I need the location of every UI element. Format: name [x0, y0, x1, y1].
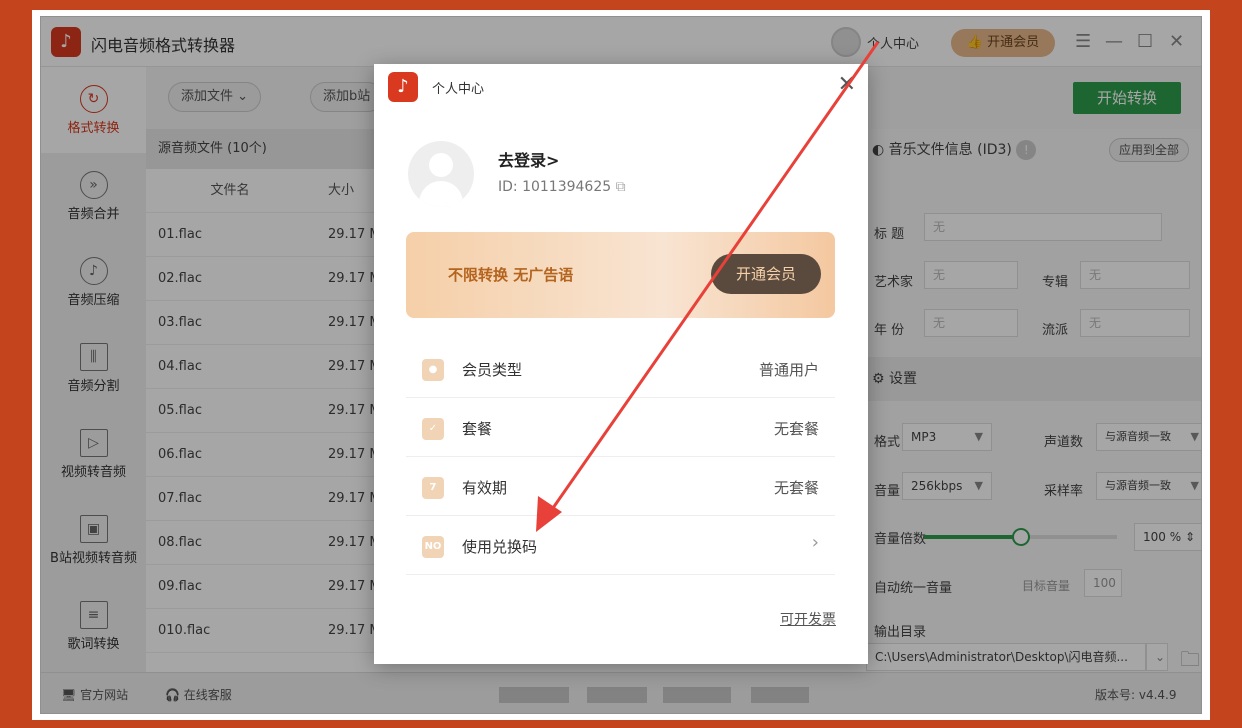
vip-banner-text: 不限转换 无广告语 — [448, 266, 574, 284]
avatar[interactable] — [408, 141, 474, 207]
chevron-right-icon: › — [811, 532, 819, 553]
app-logo-icon: ♪ — [388, 72, 418, 102]
validity-label: 有效期 — [462, 479, 508, 497]
member-type-value: 普通用户 — [758, 361, 819, 379]
redeem-code-row[interactable]: NO 使用兑换码 › — [406, 517, 835, 575]
bag-icon: ✓ — [422, 418, 444, 440]
login-link[interactable]: 去登录> — [498, 147, 559, 171]
dialog-title: 个人中心 — [432, 82, 485, 97]
user-center-dialog: ♪ 个人中心 ✕ 去登录> ID: 1011394625 ⧉ 不限转换 无广告语… — [374, 64, 868, 664]
validity-row: 7 有效期 无套餐 — [406, 458, 835, 516]
close-icon[interactable]: ✕ — [838, 72, 856, 98]
validity-value: 无套餐 — [773, 479, 819, 497]
redeem-code-label: 使用兑换码 — [462, 538, 538, 556]
member-type-label: 会员类型 — [462, 361, 523, 379]
member-type-row: ● 会员类型 普通用户 — [406, 340, 835, 398]
vip-banner: 不限转换 无广告语 开通会员 — [406, 232, 835, 318]
plan-row: ✓ 套餐 无套餐 — [406, 399, 835, 457]
user-icon: ● — [422, 359, 444, 381]
user-id: ID: 1011394625 ⧉ — [498, 179, 626, 195]
invoice-link[interactable]: 可开发票 — [780, 609, 836, 629]
plan-label: 套餐 — [462, 420, 493, 438]
calendar-icon: 7 — [422, 477, 444, 499]
copy-icon[interactable]: ⧉ — [616, 179, 626, 195]
ticket-icon: NO — [422, 536, 444, 558]
plan-value: 无套餐 — [773, 420, 819, 438]
open-vip-button[interactable]: 开通会员 — [711, 254, 821, 294]
